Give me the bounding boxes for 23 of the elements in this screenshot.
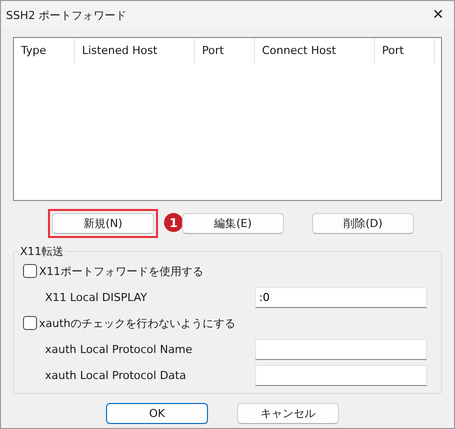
group-title: X11転送 <box>19 244 65 259</box>
dialog-button[interactable]: キャンセル <box>237 403 339 424</box>
close-button[interactable]: ✕ <box>432 7 444 23</box>
column-header[interactable]: Port <box>375 38 435 63</box>
step-marker: 1 <box>164 213 183 232</box>
list-button[interactable]: 削除(D) <box>312 213 414 234</box>
field-label: X11 Local DISPLAY <box>44 290 148 304</box>
forward-list[interactable]: Type Listened Host Port Connect Host Port <box>13 37 442 201</box>
input-field[interactable]: :0 <box>255 286 427 308</box>
window-title: SSH2 ポートフォワード <box>6 8 127 22</box>
checkbox[interactable]: xauthのチェックを行わないようにする <box>23 316 236 330</box>
field-label: xauth Local Protocol Data <box>44 368 186 382</box>
column-header[interactable]: Port <box>195 38 255 63</box>
dialog-button[interactable]: OK <box>106 403 208 424</box>
list-button[interactable]: 編集(E) <box>182 213 284 234</box>
field-label: xauth Local Protocol Name <box>44 342 192 356</box>
input-field[interactable] <box>255 364 427 386</box>
checkbox[interactable]: X11ポートフォワードを使用する <box>23 264 204 278</box>
column-header[interactable]: Type <box>14 38 75 63</box>
input-field[interactable] <box>255 338 427 360</box>
column-header[interactable]: Listened Host <box>75 38 195 63</box>
column-header[interactable]: Connect Host <box>255 38 375 63</box>
list-button[interactable]: 新規(N) <box>52 213 154 234</box>
